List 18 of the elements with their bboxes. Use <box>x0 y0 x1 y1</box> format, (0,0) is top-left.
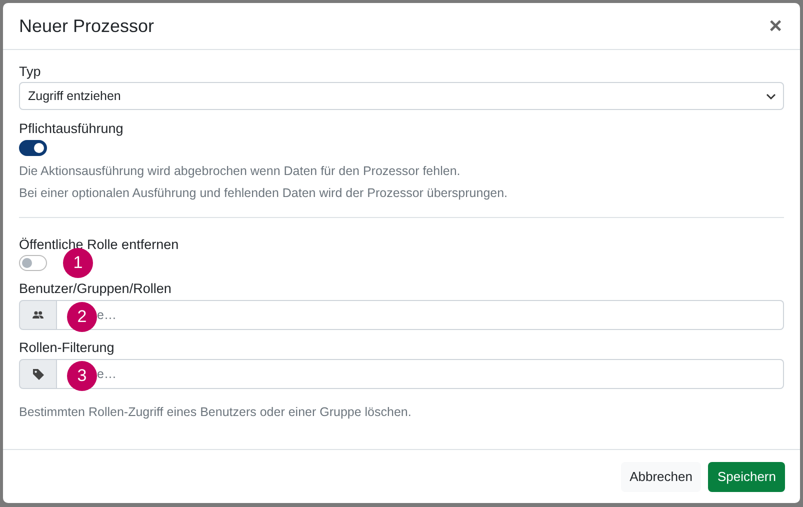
save-button[interactable]: Speichern <box>708 462 785 492</box>
people-icon <box>32 311 44 319</box>
field-label: Typ <box>19 64 41 79</box>
dialog-title: Neuer Prozessor <box>19 16 154 36</box>
type-select[interactable]: Zugriff entziehen <box>19 82 784 110</box>
field-label: Rollen-Filterung <box>19 340 114 355</box>
tag-icon <box>32 368 44 380</box>
toggle-switch[interactable] <box>19 255 47 271</box>
number-badge: 1 <box>63 248 93 278</box>
toggle-switch[interactable] <box>19 140 47 156</box>
chevron-down-icon <box>766 92 776 100</box>
help-text: Die Aktionsausführung wird abgebrochen wenn Daten für den Prozessor fehlen. <box>19 164 460 178</box>
help-text: Bestimmten Rollen-Zugriff eines Benutzers oder einer Gruppe löschen. <box>19 405 412 419</box>
cancel-button[interactable]: Abbrechen <box>620 462 702 492</box>
field-label: Pflichtausführung <box>19 121 124 136</box>
close-button[interactable]: × <box>767 13 784 39</box>
help-text: Bei einer optionalen Ausführung und fehlenden Daten wird der Prozessor übersprungen. <box>19 186 508 200</box>
field-label: Benutzer/Gruppen/Rollen <box>19 281 172 296</box>
